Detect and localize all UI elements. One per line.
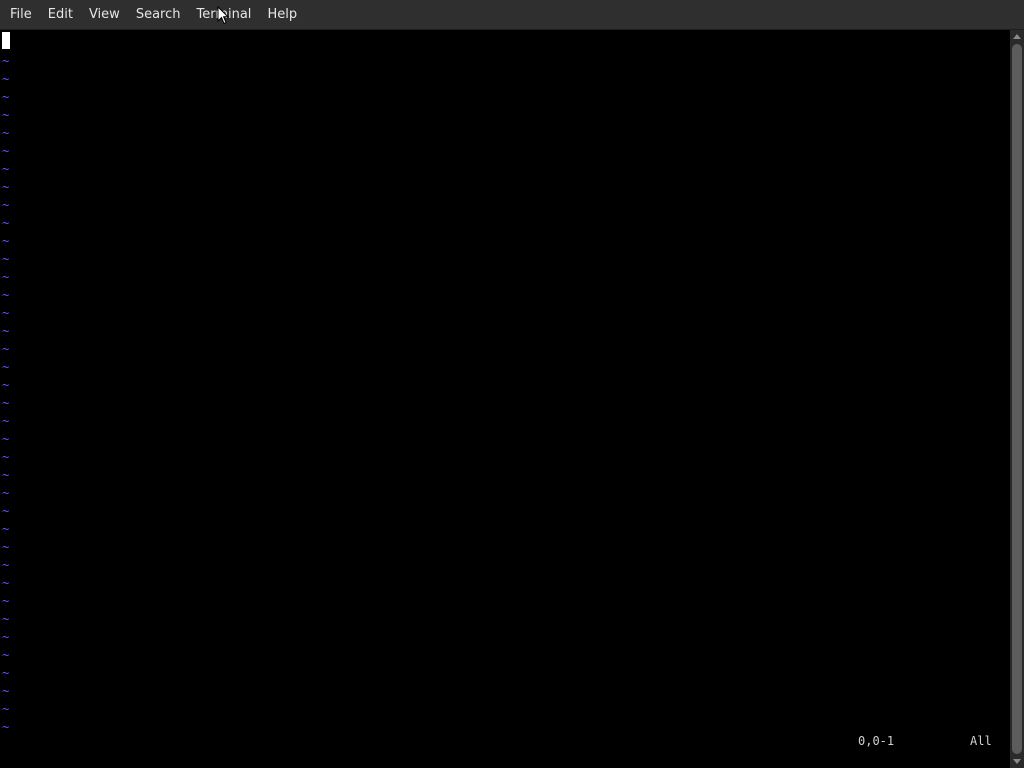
empty-line-marker: ~ [2,108,10,122]
empty-line-marker: ~ [2,72,10,86]
empty-line-marker: ~ [2,54,10,68]
cursor-position: 0,0-1 [858,734,895,748]
empty-line-marker: ~ [2,576,10,590]
scroll-position: All [970,734,992,748]
empty-line-marker: ~ [2,522,10,536]
empty-line-marker: ~ [2,180,10,194]
vertical-scrollbar[interactable] [1010,30,1024,768]
empty-line-marker: ~ [2,630,10,644]
empty-line-marker: ~ [2,144,10,158]
empty-line-marker: ~ [2,126,10,140]
empty-line-marker: ~ [2,378,10,392]
empty-line-marker: ~ [2,414,10,428]
empty-line-marker: ~ [2,90,10,104]
empty-line-marker: ~ [2,612,10,626]
empty-line-marker: ~ [2,360,10,374]
menu-edit[interactable]: Edit [40,2,81,28]
empty-line-marker: ~ [2,540,10,554]
empty-line-marker: ~ [2,666,10,680]
empty-line-marker: ~ [2,720,10,734]
empty-line-marker: ~ [2,288,10,302]
empty-line-marker: ~ [2,450,10,464]
empty-line-marker: ~ [2,198,10,212]
empty-line-marker: ~ [2,486,10,500]
scroll-up-arrow-icon[interactable] [1013,34,1021,39]
empty-line-marker: ~ [2,432,10,446]
empty-line-marker: ~ [2,162,10,176]
scroll-down-arrow-icon[interactable] [1013,759,1021,764]
empty-line-marker: ~ [2,216,10,230]
scrollbar-thumb[interactable] [1012,44,1022,754]
empty-line-marker: ~ [2,558,10,572]
menu-help[interactable]: Help [259,2,305,28]
empty-line-marker: ~ [2,684,10,698]
empty-line-marker: ~ [2,324,10,338]
terminal-area[interactable]: ~ ~ ~ ~ ~ ~ ~ ~ ~ ~ ~ ~ ~ ~ ~ ~ ~ ~ ~ ~ ~ ~ ~ ~ ~ ~ ~ ~ ~ ~ ~ ~ ~ ~ ~ ~ ~ ~ 0… [0,30,1010,768]
empty-line-marker: ~ [2,234,10,248]
text-cursor [2,32,10,49]
empty-line-marker: ~ [2,342,10,356]
empty-line-marker: ~ [2,504,10,518]
menu-search[interactable]: Search [128,2,189,28]
menu-view[interactable]: View [81,2,128,28]
empty-line-marker: ~ [2,702,10,716]
empty-line-marker: ~ [2,594,10,608]
empty-line-markers: ~ ~ ~ ~ ~ ~ ~ ~ ~ ~ ~ ~ ~ ~ ~ ~ ~ ~ ~ ~ ~ ~ ~ ~ ~ ~ ~ ~ ~ ~ ~ ~ ~ ~ ~ ~ ~ ~ [2,52,9,736]
menubar: File Edit View Search Terminal Help [0,0,1024,30]
empty-line-marker: ~ [2,468,10,482]
empty-line-marker: ~ [2,306,10,320]
empty-line-marker: ~ [2,648,10,662]
empty-line-marker: ~ [2,270,10,284]
empty-line-marker: ~ [2,396,10,410]
menu-file[interactable]: File [2,2,40,28]
empty-line-marker: ~ [2,252,10,266]
